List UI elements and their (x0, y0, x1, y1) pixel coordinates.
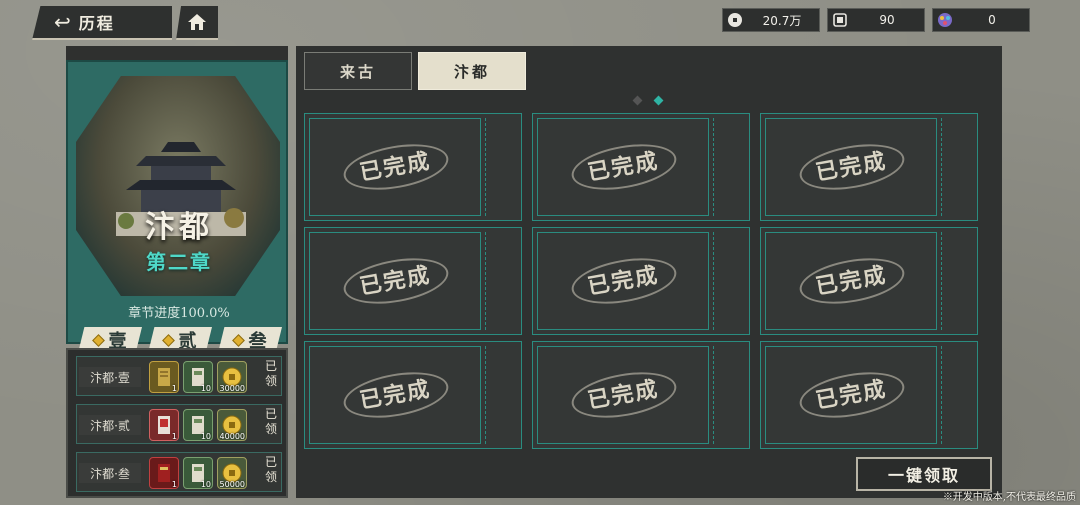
ticket-stub (485, 346, 517, 444)
coin-icon (725, 10, 745, 30)
back-button[interactable]: ↩ 历程 (32, 6, 172, 40)
reward-name: 汴都·壹 (79, 367, 141, 387)
page-indicator (632, 95, 664, 106)
home-button[interactable] (176, 6, 218, 40)
gold-coin-icon[interactable]: 30000 (217, 361, 247, 393)
gold-coin-icon[interactable]: 40000 (217, 409, 247, 441)
stage-ticket[interactable]: 已完成 (304, 227, 522, 335)
item-qty: 10 (200, 432, 211, 441)
red-scroll-icon[interactable]: 1 (149, 457, 179, 489)
resource-value: 90 (879, 13, 895, 27)
stage-ticket[interactable]: 已完成 (532, 227, 750, 335)
chapter-panel: 汴都 第二章 章节进度100.0% 壹 贰 叁 (66, 46, 288, 353)
book-icon[interactable]: 10 (183, 409, 213, 441)
ticket-stub (713, 118, 745, 216)
diamond-icon (231, 333, 245, 347)
item-qty: 10 (200, 384, 211, 393)
resource-coins[interactable]: 20.7万 (722, 8, 820, 32)
item-qty: 1 (171, 432, 177, 441)
stage-ticket[interactable]: 已完成 (304, 341, 522, 449)
diamond-icon (161, 333, 175, 347)
tab-laigu[interactable]: 来古 (304, 52, 412, 90)
item-qty: 1 (171, 480, 177, 489)
reward-panel: 汴都·壹 1 10 30000 已领 汴都·贰 1 10 40000 已领 汴都… (66, 348, 288, 498)
book-icon[interactable]: 10 (183, 457, 213, 489)
scroll-icon[interactable]: 1 (149, 361, 179, 393)
gem-icon (935, 10, 955, 30)
stage-ticket[interactable]: 已完成 (304, 113, 522, 221)
claimed-status: 已领 (264, 407, 277, 436)
stage-ticket[interactable]: 已完成 (760, 341, 978, 449)
reward-row: 汴都·壹 1 10 30000 已领 (76, 356, 282, 396)
ticket-stub (713, 346, 745, 444)
ticket-stub (941, 346, 973, 444)
back-arrow-icon: ↩ (54, 10, 71, 34)
item-qty: 1 (171, 384, 177, 393)
reward-row: 汴都·叁 1 10 50000 已领 (76, 452, 282, 492)
home-icon (188, 14, 206, 30)
chapter-card[interactable]: 汴都 第二章 章节进度100.0% 壹 贰 叁 (66, 60, 288, 353)
ticket-stub (713, 232, 745, 330)
item-qty: 40000 (219, 432, 245, 441)
dev-version-note: ※开发中版本,不代表最终品质 (942, 492, 1076, 503)
chapter-progress: 章节进度100.0% (128, 306, 230, 321)
tab-biandu[interactable]: 汴都 (418, 52, 526, 90)
red-card-icon[interactable]: 1 (149, 409, 179, 441)
ticket-stub (941, 232, 973, 330)
ticket-stub (485, 232, 517, 330)
stage-ticket[interactable]: 已完成 (532, 341, 750, 449)
stage-ticket[interactable]: 已完成 (532, 113, 750, 221)
ticket-stub (941, 118, 973, 216)
ticket-stub (485, 118, 517, 216)
stage-ticket[interactable]: 已完成 (760, 113, 978, 221)
stage-ticket[interactable]: 已完成 (760, 227, 978, 335)
resource-value: 20.7万 (762, 13, 802, 28)
item-qty: 30000 (219, 384, 245, 393)
reward-name: 汴都·贰 (79, 415, 141, 435)
reward-name: 汴都·叁 (79, 463, 141, 483)
gold-coin-icon[interactable]: 50000 (217, 457, 247, 489)
scroll-token-icon (830, 10, 850, 30)
reward-row: 汴都·贰 1 10 40000 已领 (76, 404, 282, 444)
claimed-status: 已领 (264, 359, 277, 388)
resource-tokens[interactable]: 90 (827, 8, 925, 32)
claimed-status: 已领 (264, 455, 277, 484)
item-qty: 10 (200, 480, 211, 489)
chapter-title: 汴都 (145, 210, 213, 245)
page-dot[interactable] (632, 95, 643, 106)
page-dot-active[interactable] (653, 95, 664, 106)
chapter-subtitle: 第二章 (146, 250, 212, 274)
claim-all-button[interactable]: 一键领取 (856, 457, 992, 491)
book-icon[interactable]: 10 (183, 361, 213, 393)
item-qty: 50000 (219, 480, 245, 489)
diamond-icon (91, 333, 105, 347)
resource-gems[interactable]: 0 (932, 8, 1030, 32)
resource-value: 0 (988, 13, 996, 27)
stage-grid-panel: 来古 汴都 已完成 已完成 已完成 已完成 已完成 已完成 已完成 已完成 已完… (296, 46, 1002, 498)
back-label: 历程 (78, 14, 115, 33)
